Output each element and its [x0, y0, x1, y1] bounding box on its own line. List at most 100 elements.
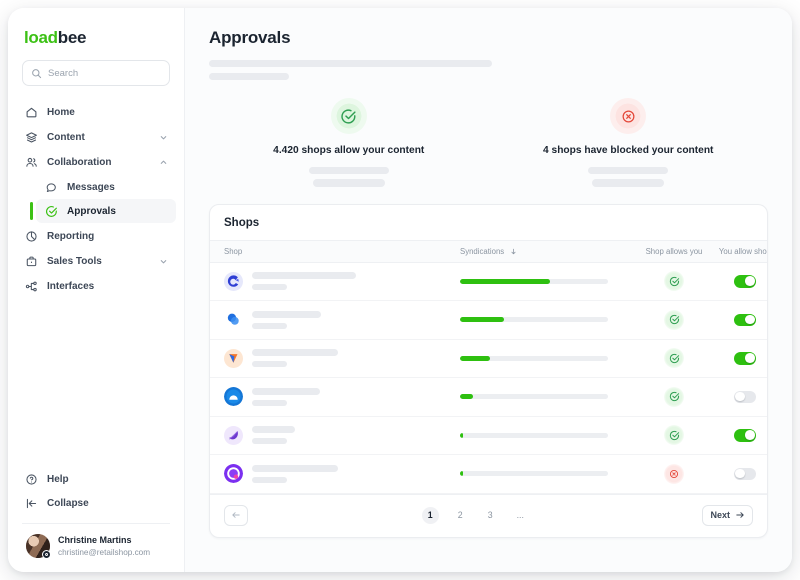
table-header: Shop Syndications Shop allows you You al…: [210, 239, 767, 263]
sidebar-label-content: Content: [47, 131, 85, 143]
chevron-down-icon[interactable]: [159, 257, 168, 266]
sidebar-nav: Home Content Collaboration Messages Appr…: [8, 98, 184, 298]
help-button[interactable]: Help: [16, 467, 176, 491]
you-allow-shop-toggle[interactable]: [734, 352, 756, 365]
column-header-shop-allows-you[interactable]: Shop allows you: [635, 239, 713, 263]
syndications-progress-bar: [460, 471, 608, 477]
you-allow-shop-toggle[interactable]: [734, 313, 756, 326]
sidebar-item-interfaces[interactable]: Interfaces: [16, 274, 176, 298]
x-circle-icon: [664, 463, 684, 484]
sidebar-item-home[interactable]: Home: [16, 100, 176, 124]
cell-shop: [210, 378, 460, 417]
chevron-up-icon[interactable]: [159, 158, 168, 167]
cell-you-allow-shop: [713, 416, 767, 455]
table-row[interactable]: [210, 455, 767, 494]
pagination-next-button[interactable]: Next: [702, 504, 753, 526]
sidebar-label-approvals: Approvals: [67, 205, 116, 217]
sidebar-item-approvals[interactable]: Approvals: [30, 199, 176, 223]
syndications-progress-bar: [460, 394, 608, 400]
arrow-left-icon: [231, 510, 241, 520]
cell-you-allow-shop: [713, 262, 767, 301]
shop-subtitle-skeleton: [252, 284, 287, 291]
cell-shop-allows-you: [635, 262, 713, 301]
table-row[interactable]: [210, 301, 767, 340]
sidebar-item-reporting[interactable]: Reporting: [16, 224, 176, 248]
pagination-ellipsis: ...: [516, 510, 524, 520]
cell-you-allow-shop: [713, 378, 767, 417]
header-skeleton-line-1: [209, 60, 492, 67]
shop-name-skeleton: [252, 310, 321, 318]
avatar: [26, 534, 51, 559]
column-header-you-allow-shop[interactable]: You allow shop: [713, 239, 767, 263]
shop-subtitle-skeleton: [252, 476, 287, 483]
shop-subtitle-skeleton: [252, 399, 287, 406]
cell-shop: [210, 455, 460, 494]
check-circle-icon: [664, 425, 684, 446]
shops-table: Shop Syndications Shop allows you You al…: [210, 239, 767, 494]
you-allow-shop-toggle[interactable]: [734, 390, 756, 403]
stat-caption-blocked: 4 shops have blocked your content: [543, 145, 714, 156]
nodes-icon: [24, 279, 38, 293]
check-circle-icon: [664, 309, 684, 330]
stat-skeleton-2: [312, 178, 385, 187]
you-allow-shop-toggle[interactable]: [734, 429, 756, 442]
shop-name-placeholder: [252, 387, 320, 406]
syndications-progress-bar: [460, 432, 608, 438]
sidebar-item-content[interactable]: Content: [16, 125, 176, 149]
cell-shop: [210, 339, 460, 378]
table-title: Shops: [224, 216, 260, 229]
shop-name-skeleton: [252, 387, 320, 395]
pagination: 1 2 3... Next: [210, 493, 767, 537]
stat-card-blocked: 4 shops have blocked your content: [489, 98, 769, 187]
user-name: Christine Martins: [58, 535, 132, 546]
search-input[interactable]: Search: [22, 60, 170, 86]
sidebar: loadbee Search Home Content Collaboratio…: [8, 8, 185, 572]
sidebar-item-messages[interactable]: Messages: [36, 175, 176, 199]
sidebar-item-collaboration[interactable]: Collaboration: [16, 150, 176, 174]
table-row[interactable]: [210, 262, 767, 301]
logo-circles-blue: [224, 310, 243, 330]
pagination-page-3[interactable]: 3: [482, 507, 499, 524]
app-logo[interactable]: loadbee: [8, 8, 184, 60]
cell-shop-allows-you: [635, 416, 713, 455]
cell-shop: [210, 301, 460, 340]
logo-c-blue: [224, 271, 243, 291]
chevron-down-icon[interactable]: [159, 133, 168, 142]
toggle-knob: [735, 391, 745, 402]
search-container: Search: [8, 60, 184, 98]
table-row[interactable]: [210, 339, 767, 378]
table-row[interactable]: [210, 416, 767, 455]
cell-syndications: [460, 339, 635, 378]
check-circle-icon: [330, 98, 367, 134]
cell-syndications: [460, 262, 635, 301]
column-header-syndications[interactable]: Syndications: [460, 239, 635, 263]
pagination-page-2[interactable]: 2: [452, 507, 469, 524]
shop-name-skeleton: [252, 349, 338, 357]
pagination-page-1[interactable]: 1: [421, 506, 439, 524]
collapse-button[interactable]: Collapse: [16, 491, 176, 515]
pagination-next-label: Next: [710, 510, 730, 520]
table-body: [210, 262, 767, 494]
sidebar-label-messages: Messages: [67, 181, 115, 193]
cell-you-allow-shop: [713, 339, 767, 378]
search-icon: [31, 68, 42, 79]
check-circle-icon: [664, 348, 684, 369]
shop-name-skeleton: [252, 426, 295, 434]
pagination-prev-button[interactable]: [224, 504, 248, 526]
syndications-progress-fill: [460, 432, 463, 438]
shop-name-placeholder: [252, 349, 338, 368]
you-allow-shop-toggle[interactable]: [734, 467, 756, 480]
pagination-pages: 1 2 3...: [248, 506, 702, 524]
stat-skeleton-1: [588, 167, 669, 174]
cell-you-allow-shop: [713, 301, 767, 340]
you-allow-shop-toggle[interactable]: [734, 275, 756, 288]
logo-text-load: load: [24, 28, 58, 47]
user-profile[interactable]: Christine Martins christine@retailshop.c…: [16, 524, 176, 572]
logo-leaf-purple: [224, 425, 243, 445]
toggle-knob: [745, 430, 755, 440]
syndications-progress-fill: [460, 355, 490, 361]
table-row[interactable]: [210, 378, 767, 417]
column-header-shop[interactable]: Shop: [210, 239, 460, 263]
column-header-syndications-label: Syndications: [460, 246, 505, 256]
sidebar-item-sales-tools[interactable]: Sales Tools: [16, 249, 176, 273]
